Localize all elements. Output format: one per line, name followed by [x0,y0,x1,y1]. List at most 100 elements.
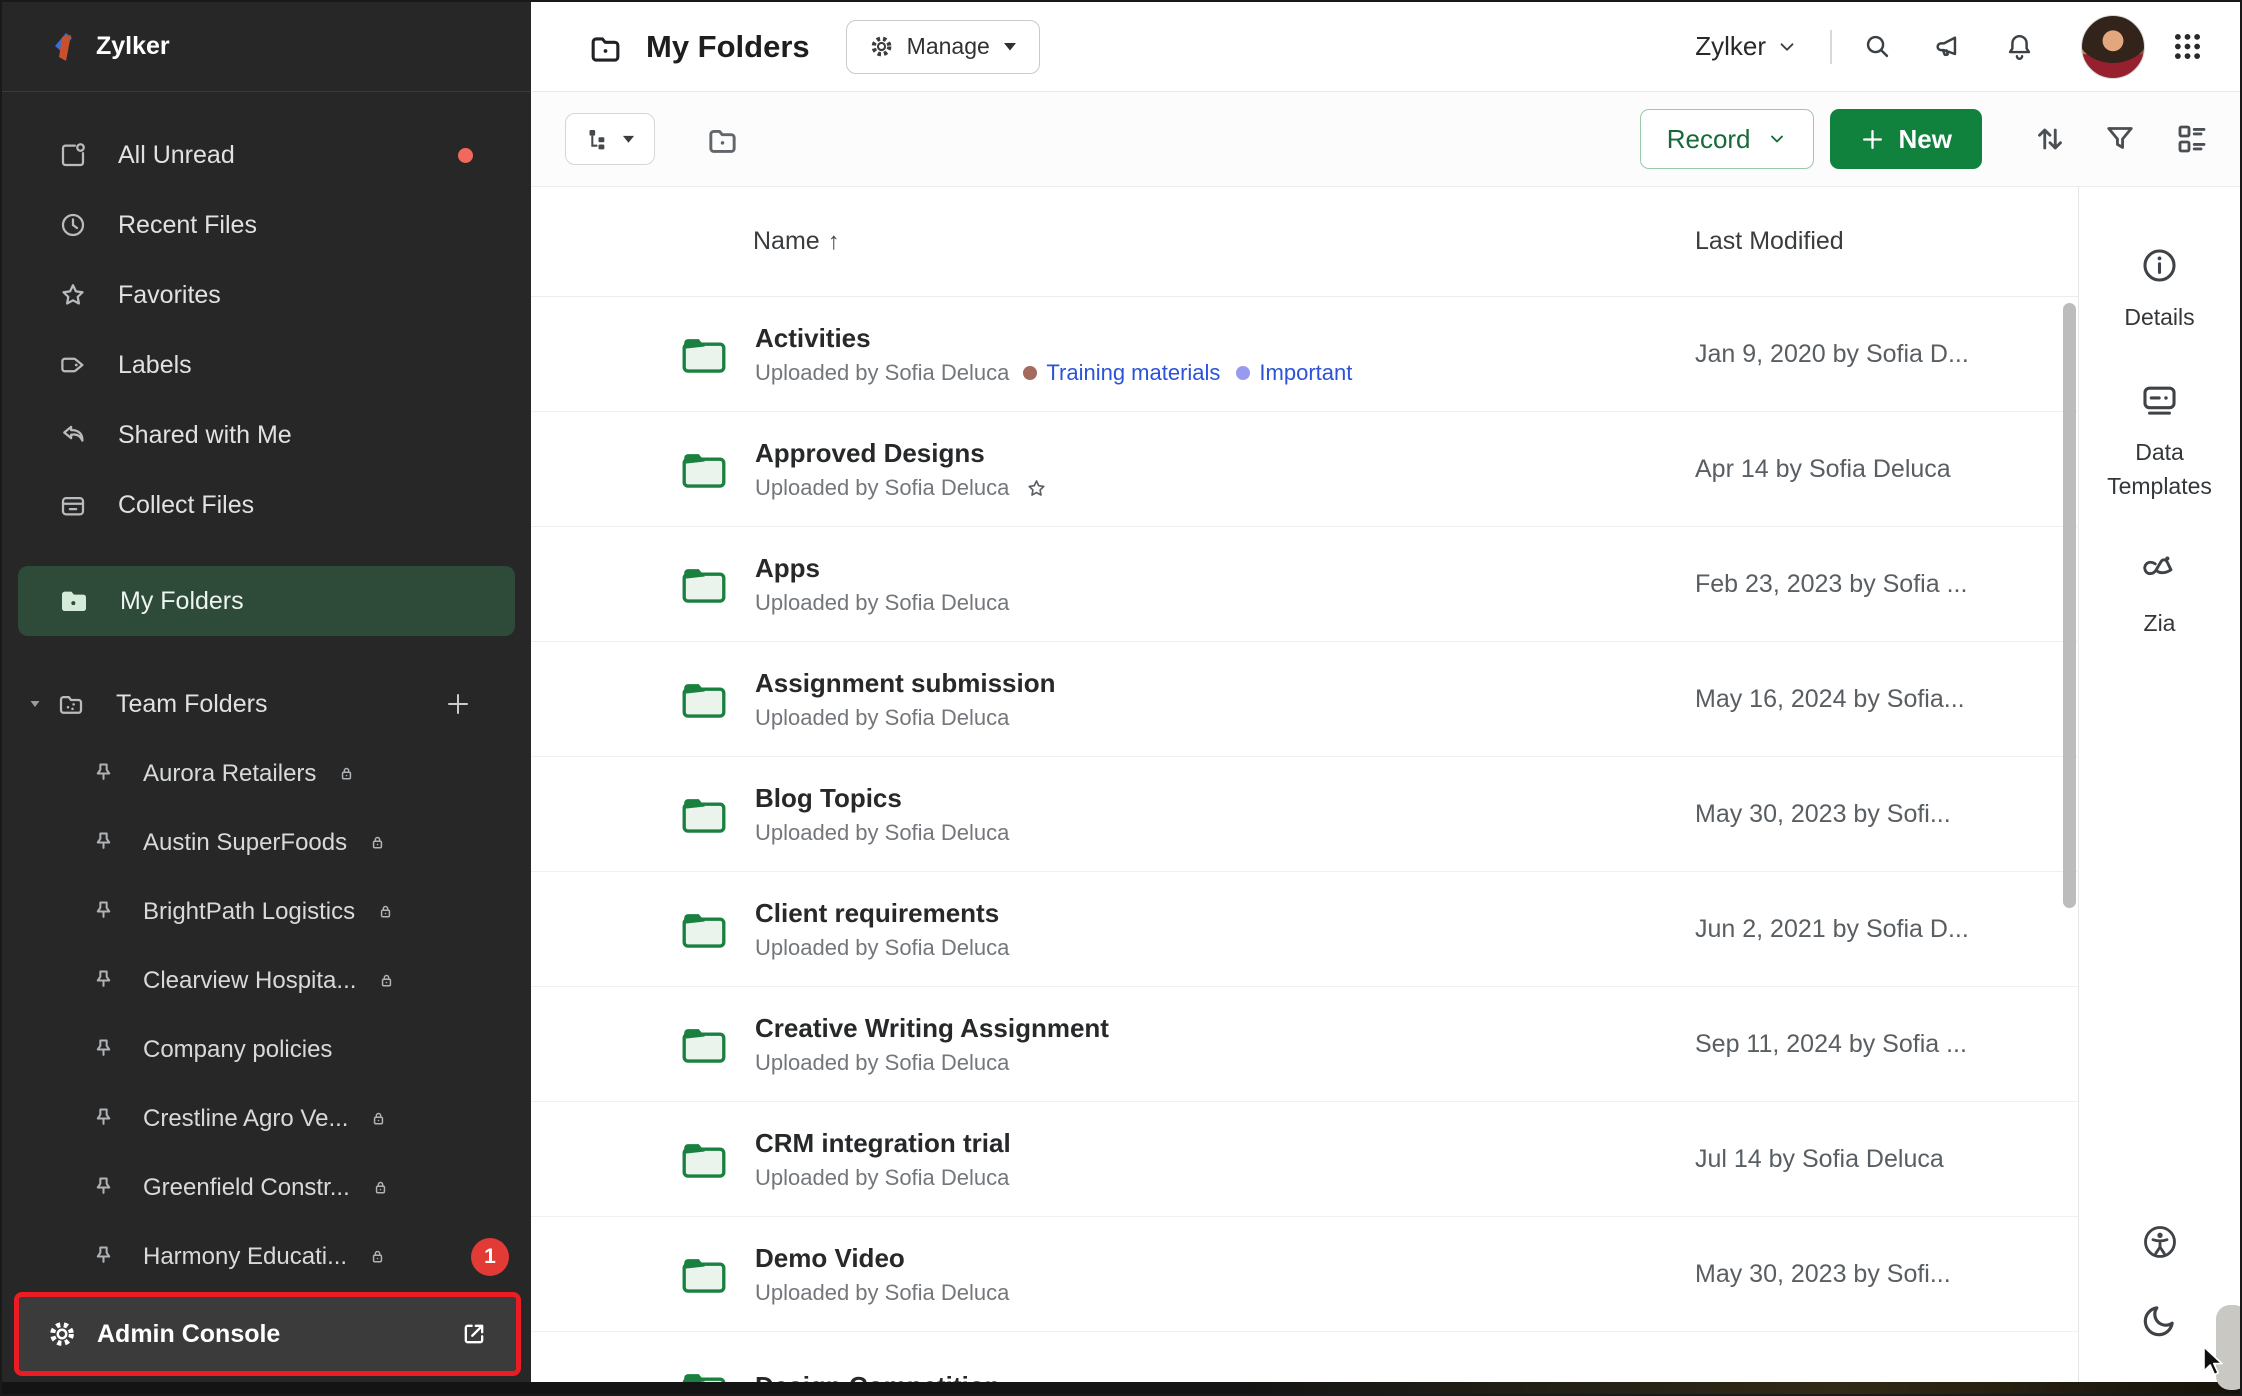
zia-icon [2139,551,2180,592]
sidebar-item-collect-files[interactable]: Collect Files [2,470,531,540]
panel-item-details[interactable]: Details [2124,245,2194,334]
record-label: Record [1667,124,1751,155]
sidebar-item-recent-files[interactable]: Recent Files [2,190,531,260]
accessibility-icon[interactable] [2140,1222,2180,1262]
sidebar-item-label: Labels [118,351,192,380]
chevron-down-icon [1767,129,1787,149]
file-tags: Training materials Important [1023,360,1352,386]
star-icon [58,280,88,310]
table-row[interactable]: Activities Uploaded by Sofia Deluca Trai… [531,297,2078,412]
table-row[interactable]: Creative Writing Assignment Uploaded by … [531,987,2078,1102]
last-modified-text: May 30, 2023 by Sofi... [1695,800,2078,829]
file-tag[interactable]: Important [1236,360,1352,386]
folder-name[interactable]: Creative Writing Assignment [755,1012,1109,1044]
list-scrollbar[interactable] [2063,303,2076,908]
folder-name[interactable]: Client requirements [755,897,1009,929]
sort-icon[interactable] [2032,121,2068,157]
new-folder-icon[interactable] [705,123,740,155]
new-button[interactable]: New [1830,109,1982,169]
tag-color-dot [1236,366,1250,380]
column-header-last-modified[interactable]: Last Modified [1695,227,2078,256]
folder-name[interactable]: Activities [755,322,1352,354]
team-folder-label: Harmony Educati... [143,1243,347,1271]
view-hierarchy-button[interactable] [565,113,655,165]
table-row[interactable]: Approved Designs Uploaded by Sofia Deluc… [531,412,2078,527]
sidebar-team-folder[interactable]: Greenfield Constr... [2,1153,531,1222]
panel-item-zia[interactable]: Zia [2139,551,2180,640]
lock-icon [375,901,396,922]
column-header-name[interactable]: Name↑ [531,227,1695,256]
folder-icon [681,334,727,375]
table-row[interactable]: Client requirements Uploaded by Sofia De… [531,872,2078,987]
sidebar-item-labels[interactable]: Labels [2,330,531,400]
sidebar-team-folder[interactable]: Crestline Agro Ve... [2,1084,531,1153]
tag-color-dot [1023,366,1037,380]
manage-button[interactable]: Manage [846,20,1040,74]
folder-icon [681,679,727,720]
team-folder-label: Clearview Hospita... [143,967,356,995]
table-row[interactable]: Apps Uploaded by Sofia Deluca Feb 23, 20… [531,527,2078,642]
sidebar-item-all-unread[interactable]: All Unread [2,120,531,190]
sidebar-item-admin-console[interactable]: Admin Console [19,1297,516,1371]
sidebar-team-folder[interactable]: Company policies [2,1015,531,1084]
info-icon [2139,245,2180,286]
sidebar-team-folder[interactable]: BrightPath Logistics [2,877,531,946]
filter-icon[interactable] [2102,121,2138,157]
data-template-icon [2139,380,2180,421]
team-folder-label: Company policies [143,1036,332,1064]
uploaded-by-text: Uploaded by Sofia Deluca [755,820,1009,846]
table-row[interactable]: Design Competition [531,1332,2078,1382]
last-modified-text: Jul 14 by Sofia Deluca [1695,1145,2078,1174]
folder-name[interactable]: CRM integration trial [755,1127,1011,1159]
folder-name[interactable]: Approved Designs [755,437,1048,469]
uploaded-by-text: Uploaded by Sofia Deluca [755,935,1009,961]
dropdown-caret-icon [622,134,635,144]
team-folder-label: Greenfield Constr... [143,1174,350,1202]
sidebar-item-favorites[interactable]: Favorites [2,260,531,330]
add-team-folder-button[interactable] [443,689,473,719]
unread-dot [458,148,473,163]
last-modified-text: May 16, 2024 by Sofia... [1695,685,2078,714]
record-button[interactable]: Record [1640,109,1814,169]
table-row[interactable]: Assignment submission Uploaded by Sofia … [531,642,2078,757]
user-avatar[interactable] [2081,15,2145,79]
sidebar-team-folder[interactable]: Harmony Educati... 1 [2,1222,531,1291]
sidebar-team-folder[interactable]: Austin SuperFoods [2,808,531,877]
dark-mode-moon-icon[interactable] [2140,1300,2180,1340]
folder-name[interactable]: Assignment submission [755,667,1056,699]
sidebar-team-folder[interactable]: Clearview Hospita... [2,946,531,1015]
folder-icon [681,1369,727,1383]
table-row[interactable]: CRM integration trial Uploaded by Sofia … [531,1102,2078,1217]
brand-name: Zylker [96,32,170,61]
panel-item-data-templates[interactable]: Data Templates [2085,380,2235,503]
file-tag[interactable]: Training materials [1023,360,1220,386]
brand-logo[interactable]: Zylker [2,2,531,92]
list-view-icon[interactable] [2174,121,2210,157]
sidebar-item-my-folders[interactable]: My Folders [18,566,515,636]
clock-icon [58,210,88,240]
notifications-bell-icon[interactable] [2004,31,2035,62]
folder-name[interactable]: Blog Topics [755,782,1009,814]
org-switcher[interactable]: Zylker [1695,31,1798,62]
folder-icon [681,794,727,835]
uploaded-by-text: Uploaded by Sofia Deluca [755,360,1009,386]
plus-icon [1860,127,1885,152]
table-row[interactable]: Demo Video Uploaded by Sofia Deluca May … [531,1217,2078,1332]
sidebar-item-shared-with-me[interactable]: Shared with Me [2,400,531,470]
tag-label: Training materials [1046,360,1220,386]
apps-grid-icon[interactable] [2171,30,2204,63]
folder-name[interactable]: Demo Video [755,1242,1009,1274]
search-icon[interactable] [1862,31,1893,62]
sidebar-team-folder[interactable]: Aurora Retailers [2,739,531,808]
favorite-star-icon[interactable] [1025,477,1048,500]
pin-icon [90,967,117,994]
unread-icon [58,140,88,170]
announcement-icon[interactable] [1933,31,1964,62]
collapse-caret-icon[interactable] [28,697,42,711]
folder-name[interactable]: Design Competition [755,1370,1001,1382]
table-row[interactable]: Blog Topics Uploaded by Sofia Deluca May… [531,757,2078,872]
zylker-logo-icon [50,31,82,63]
sidebar-item-team-folders[interactable]: Team Folders [2,669,531,739]
folder-icon [681,909,727,950]
folder-name[interactable]: Apps [755,552,1009,584]
